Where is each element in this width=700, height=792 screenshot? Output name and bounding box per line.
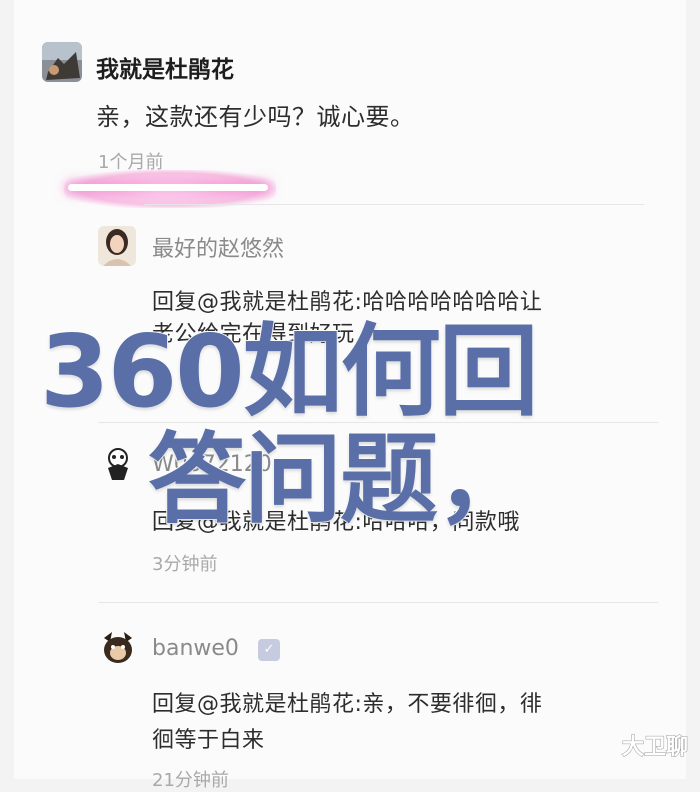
timestamp-reply-3: 21分钟前 — [152, 770, 229, 791]
avatar[interactable] — [100, 628, 136, 668]
overlay-headline-line2: 答问题， — [147, 422, 535, 538]
comment-text-reply-3-line1: 回复@我就是杜鹃花:亲，不要徘徊，徘 — [152, 692, 543, 717]
watermark: 大卫聊 — [621, 735, 688, 761]
divider — [144, 204, 644, 205]
verified-badge-icon: ✓ — [258, 639, 280, 661]
highlight-line — [68, 184, 268, 191]
comment-text-reply-3-line2: 徊等于白来 — [152, 728, 265, 753]
avatar[interactable] — [100, 444, 136, 482]
username-main[interactable]: 我就是杜鹃花 — [96, 50, 234, 84]
avatar[interactable] — [42, 42, 82, 82]
divider — [98, 602, 658, 603]
avatar[interactable] — [98, 226, 136, 266]
timestamp-reply-2: 3分钟前 — [152, 554, 218, 575]
username-reply-1[interactable]: 最好的赵悠然 — [152, 231, 284, 263]
comment-text-main: 亲，这款还有少吗？诚心要。 — [96, 103, 415, 131]
username-reply-3[interactable]: banwe0 — [152, 636, 239, 661]
